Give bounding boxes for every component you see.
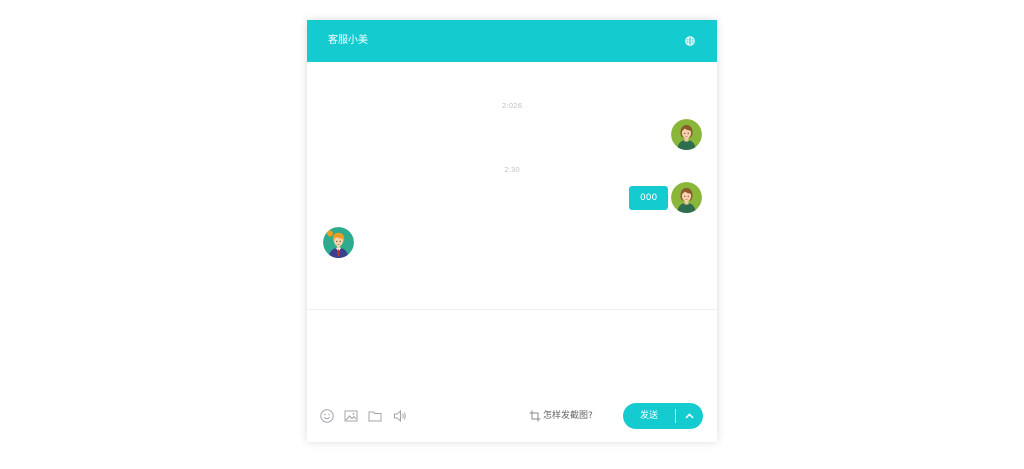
outgoing-message-bubble[interactable]: 000 [629, 186, 669, 210]
user-avatar[interactable] [671, 119, 702, 150]
globe-icon[interactable] [685, 36, 695, 46]
voice-icon[interactable] [393, 409, 407, 423]
message-timestamp: 2:30 [504, 166, 520, 174]
send-button-group: 发送 [623, 403, 703, 429]
screenshot-help-link[interactable]: 怎样发截图? [529, 409, 593, 423]
emoji-icon[interactable] [320, 409, 334, 423]
user-avatar-icon [671, 119, 702, 150]
crop-icon [529, 410, 541, 422]
chat-header: 客服小美 [307, 20, 717, 62]
send-button[interactable]: 发送 [623, 403, 675, 429]
agent-avatar-icon [323, 227, 354, 258]
send-options-button[interactable] [676, 403, 703, 429]
image-icon[interactable] [344, 409, 358, 423]
chat-window: 客服小美 2:026 2:30 000 怎样发截图? 发送 [307, 20, 717, 442]
folder-icon[interactable] [368, 409, 382, 423]
message-input[interactable] [307, 310, 717, 400]
user-avatar[interactable] [671, 182, 702, 213]
screenshot-help-label: 怎样发截图? [543, 411, 593, 421]
chevron-up-icon [685, 413, 694, 419]
agent-avatar[interactable] [323, 227, 354, 258]
user-avatar-icon [671, 182, 702, 213]
header-title: 客服小美 [328, 35, 368, 46]
message-timestamp: 2:026 [501, 102, 523, 110]
message-list: 2:026 2:30 000 [307, 62, 717, 308]
